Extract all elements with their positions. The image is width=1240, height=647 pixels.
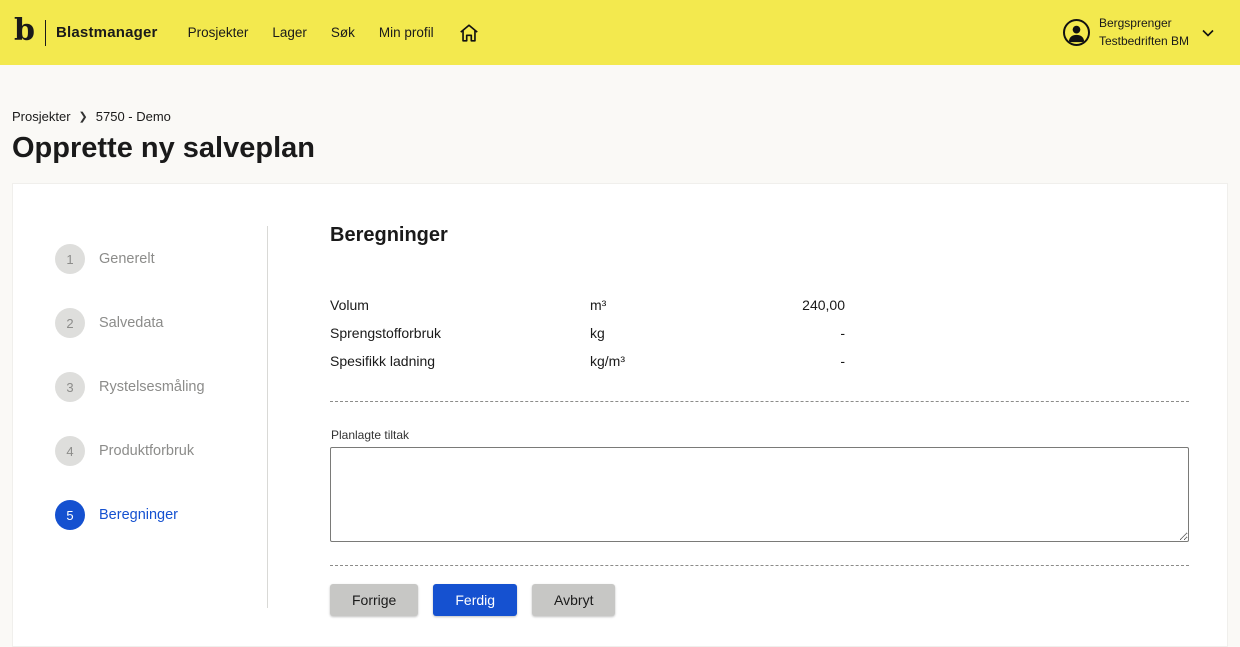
- step-beregninger[interactable]: 5 Beregninger: [55, 500, 267, 530]
- table-row-sprengstofforbruk: Sprengstofforbruk kg -: [330, 319, 1189, 347]
- finish-button[interactable]: Ferdig: [433, 584, 518, 616]
- divider-top: [330, 401, 1189, 402]
- nav-item-prosjekter[interactable]: Prosjekter: [188, 25, 249, 40]
- cancel-button[interactable]: Avbryt: [532, 584, 616, 616]
- app-header: b Blastmanager Prosjekter Lager Søk Min …: [0, 0, 1240, 65]
- main-nav: Prosjekter Lager Søk Min profil: [188, 22, 480, 44]
- nav-item-lager[interactable]: Lager: [272, 25, 307, 40]
- brand-logo-icon: b: [14, 12, 35, 48]
- breadcrumb-project[interactable]: 5750 - Demo: [96, 109, 171, 124]
- wizard-buttons: Forrige Ferdig Avbryt: [330, 584, 1189, 616]
- page-title: Opprette ny salveplan: [12, 132, 315, 164]
- app-logo[interactable]: b Blastmanager: [14, 12, 158, 48]
- tiltak-label: Planlagte tiltak: [331, 428, 410, 442]
- step-3-label: Rystelsesmåling: [99, 379, 205, 395]
- nav-item-min-profil[interactable]: Min profil: [379, 25, 434, 40]
- step-5-circle: 5: [55, 500, 85, 530]
- planlagte-tiltak-textarea[interactable]: [330, 447, 1189, 542]
- wizard-stepper: 1 Generelt 2 Salvedata 3 Rystelsesmåling…: [55, 222, 267, 616]
- row-value: -: [840, 325, 845, 341]
- step-2-label: Salvedata: [99, 315, 164, 331]
- home-icon[interactable]: [458, 22, 480, 44]
- step-1-circle: 1: [55, 244, 85, 274]
- previous-button[interactable]: Forrige: [330, 584, 419, 616]
- table-row-volum: Volum m³ 240,00: [330, 291, 1189, 319]
- salveplan-card: 1 Generelt 2 Salvedata 3 Rystelsesmåling…: [12, 183, 1228, 647]
- step-rystelsesmaling[interactable]: 3 Rystelsesmåling: [55, 372, 267, 402]
- row-unit: kg/m³: [590, 353, 625, 369]
- breadcrumb-separator-icon: ❯: [78, 111, 88, 123]
- step-3-circle: 3: [55, 372, 85, 402]
- step-4-circle: 4: [55, 436, 85, 466]
- page-body: Prosjekter ❯ 5750 - Demo Opprette ny sal…: [0, 109, 1240, 647]
- brand-name: Blastmanager: [55, 24, 158, 41]
- calculations-table: Volum m³ 240,00 Sprengstofforbruk kg - S…: [330, 291, 1189, 375]
- row-label: Spesifikk ladning: [330, 353, 436, 369]
- step-5-label: Beregninger: [99, 507, 178, 523]
- table-row-spesifikk-ladning: Spesifikk ladning kg/m³ -: [330, 347, 1189, 375]
- step-content: Beregninger Volum m³ 240,00 Sprengstoffo…: [268, 222, 1189, 616]
- breadcrumb: Prosjekter ❯ 5750 - Demo: [12, 109, 1228, 124]
- row-value: 240,00: [802, 297, 845, 313]
- divider-bottom: [330, 565, 1189, 566]
- user-company: Testbedriften BM: [1098, 33, 1189, 48]
- content-heading: Beregninger: [330, 224, 448, 246]
- nav-item-sok[interactable]: Søk: [331, 25, 355, 40]
- step-4-label: Produktforbruk: [99, 443, 195, 459]
- step-produktforbruk[interactable]: 4 Produktforbruk: [55, 436, 267, 466]
- row-label: Sprengstofforbruk: [330, 325, 442, 341]
- breadcrumb-prosjekter[interactable]: Prosjekter: [12, 109, 71, 124]
- row-unit: m³: [590, 297, 607, 313]
- step-salvedata[interactable]: 2 Salvedata: [55, 308, 267, 338]
- chevron-down-icon[interactable]: [1202, 24, 1214, 42]
- user-name: Bergsprenger: [1098, 16, 1172, 31]
- row-value: -: [840, 353, 845, 369]
- row-label: Volum: [330, 297, 369, 313]
- step-2-circle: 2: [55, 308, 85, 338]
- step-generelt[interactable]: 1 Generelt: [55, 244, 267, 274]
- user-info: Bergsprenger Testbedriften BM: [1099, 15, 1189, 50]
- user-menu[interactable]: Bergsprenger Testbedriften BM: [1062, 15, 1214, 50]
- step-1-label: Generelt: [99, 251, 155, 267]
- user-avatar-icon: [1062, 19, 1090, 46]
- row-unit: kg: [590, 325, 605, 341]
- logo-divider: [44, 19, 46, 46]
